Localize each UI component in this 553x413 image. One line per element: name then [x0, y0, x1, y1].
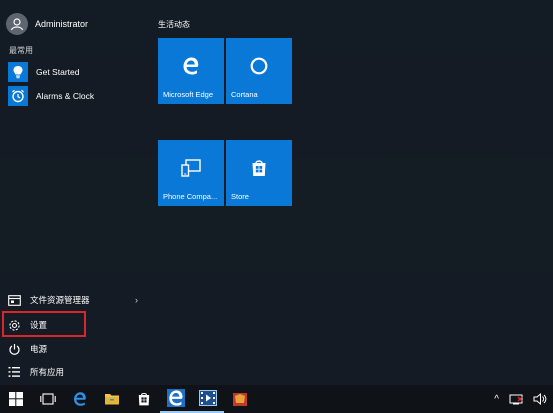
tile-label: Cortana [231, 90, 258, 99]
start-icon [9, 392, 23, 406]
phone-companion-icon [158, 158, 224, 183]
menu-file-explorer[interactable]: 文件资源管理器 › [6, 289, 146, 311]
settings-highlight-box [2, 311, 86, 337]
app-icon [233, 393, 247, 406]
most-used-heading: 最常用 [9, 46, 33, 55]
menu-label: 所有应用 [30, 367, 65, 377]
edge-icon [158, 56, 224, 81]
app-label: Alarms & Clock [36, 91, 95, 101]
folder-icon [6, 292, 22, 308]
taskbar-app-button[interactable] [224, 385, 256, 413]
chevron-up-icon[interactable]: ^ [494, 394, 499, 405]
user-account[interactable]: Administrator [6, 12, 141, 36]
volume-icon[interactable] [533, 393, 547, 405]
app-get-started[interactable]: Get Started [8, 61, 140, 83]
list-icon [6, 364, 22, 380]
taskbar: ^ [0, 385, 553, 413]
taskbar-media-button[interactable] [192, 385, 224, 413]
alarm-clock-icon [8, 86, 28, 106]
store-icon [226, 158, 292, 183]
tile-cortana[interactable]: Cortana [226, 38, 292, 104]
tile-store[interactable]: Store [226, 140, 292, 206]
start-left-column: Administrator 最常用 Get Started Alarms & C… [0, 0, 146, 385]
task-view-button[interactable] [32, 385, 64, 413]
user-avatar-icon [6, 13, 28, 35]
menu-power[interactable]: 电源 [6, 338, 146, 360]
start-menu: Administrator 最常用 Get Started Alarms & C… [0, 0, 553, 385]
app-label: Get Started [36, 67, 80, 77]
taskbar-edge-active-button[interactable] [160, 385, 192, 413]
network-icon[interactable] [509, 393, 523, 405]
app-alarms-clock[interactable]: Alarms & Clock [8, 85, 140, 107]
tile-label: Phone Compa... [163, 192, 218, 201]
tile-label: Store [231, 192, 249, 201]
taskbar-file-explorer-button[interactable] [96, 385, 128, 413]
user-name: Administrator [35, 19, 89, 29]
taskbar-store-button[interactable] [128, 385, 160, 413]
chevron-right-icon: › [135, 295, 138, 305]
task-view-icon [40, 393, 56, 405]
media-icon [199, 390, 217, 406]
tile-phone-companion[interactable]: Phone Compa... [158, 140, 224, 206]
start-button[interactable] [0, 385, 32, 413]
tile-group-title: 生活动态 [158, 20, 190, 29]
tile-label: Microsoft Edge [163, 90, 214, 99]
system-tray: ^ [494, 385, 547, 413]
edge-icon [74, 392, 86, 406]
lightbulb-icon [8, 62, 28, 82]
file-explorer-icon [105, 394, 119, 405]
tile-microsoft-edge[interactable]: Microsoft Edge [158, 38, 224, 104]
power-icon [6, 341, 22, 357]
menu-all-apps[interactable]: 所有应用 [6, 361, 146, 383]
taskbar-edge-button[interactable] [64, 385, 96, 413]
menu-label: 文件资源管理器 [30, 295, 90, 305]
store-icon [138, 392, 150, 406]
menu-label: 电源 [30, 344, 48, 354]
cortana-icon [226, 56, 292, 81]
edge-icon [167, 389, 185, 407]
